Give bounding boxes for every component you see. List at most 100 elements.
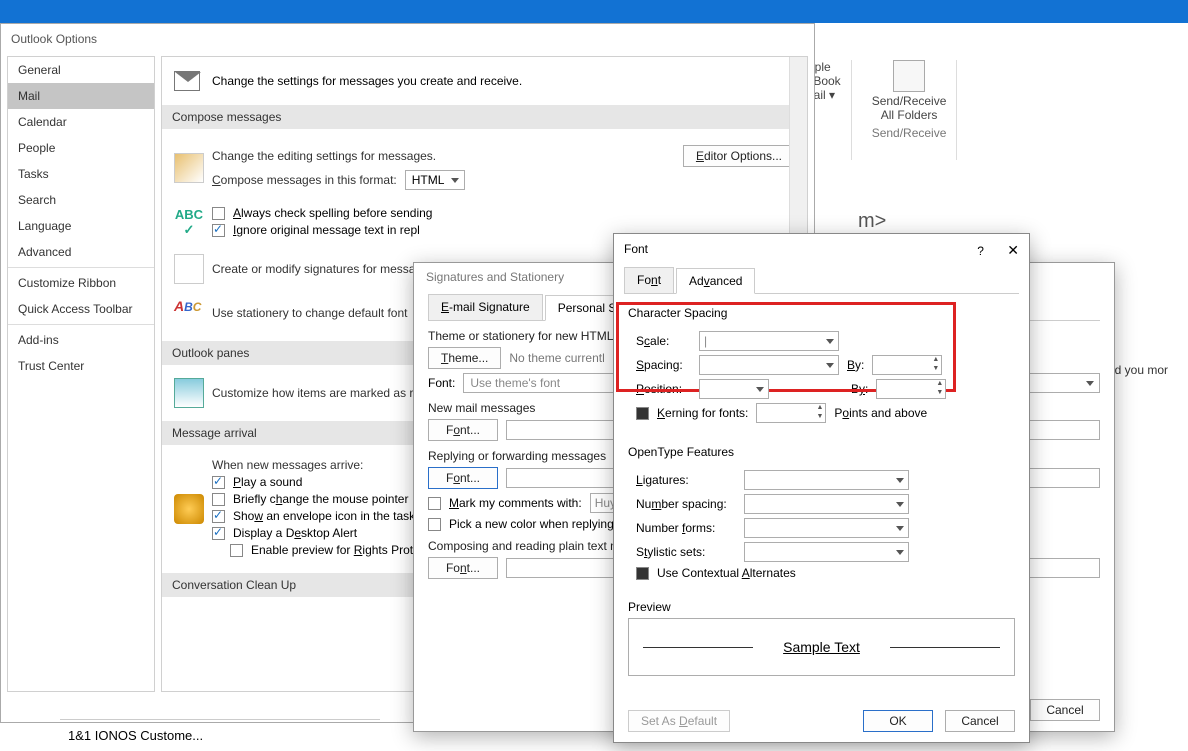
options-titlebar: Outlook Options [1, 24, 814, 54]
compose-section-head: Compose messages [162, 105, 807, 129]
position-label: Position: [636, 382, 691, 396]
set-default-button: Set As Default [628, 710, 730, 732]
signature-icon [174, 254, 204, 284]
play-sound-checkbox[interactable] [212, 476, 225, 489]
number-spacing-combo[interactable] [744, 494, 909, 514]
sig-font-label: Font: [428, 376, 455, 390]
envelope-icon-checkbox[interactable] [212, 510, 225, 523]
number-spacing-label: Number spacing: [636, 497, 736, 511]
nav-customize-ribbon[interactable]: Customize Ribbon [8, 270, 154, 296]
preview-sample-text: Sample Text [783, 639, 860, 655]
nav-addins[interactable]: Add-ins [8, 327, 154, 353]
stationery-label: Use stationery to change default font [212, 306, 407, 320]
nav-search[interactable]: Search [8, 187, 154, 213]
envelope-icon-label: Show an envelope icon in the task [233, 509, 415, 523]
kerning-label: Kerning for fonts: [657, 406, 748, 420]
nav-mail[interactable]: Mail [8, 83, 154, 109]
font-preview: Sample Text [628, 618, 1015, 676]
nav-general[interactable]: General [8, 57, 154, 83]
scale-label: Scale: [636, 334, 691, 348]
nav-advanced[interactable]: Advanced [8, 239, 154, 265]
always-spell-label: Always check spelling before sending [233, 206, 432, 220]
rights-preview-checkbox[interactable] [230, 544, 243, 557]
new-mail-font-button[interactable]: Font... [428, 419, 498, 441]
char-spacing-title: Character Spacing [628, 306, 1015, 320]
font-dialog: Font ? ✕ Font Advanced Character Spacing… [613, 233, 1030, 743]
opentype-title: OpenType Features [628, 445, 1015, 459]
nav-trust-center[interactable]: Trust Center [8, 353, 154, 379]
ignore-original-label: Ignore original message text in repl [233, 223, 420, 237]
send-receive-icon [893, 60, 925, 92]
font-help-icon[interactable]: ? [977, 244, 984, 258]
desktop-alert-checkbox[interactable] [212, 527, 225, 540]
panes-text: Customize how items are marked as r [212, 386, 413, 400]
mark-comments-checkbox[interactable] [428, 497, 441, 510]
ligatures-label: Ligatures: [636, 473, 736, 487]
always-spell-checkbox[interactable] [212, 207, 225, 220]
nav-language[interactable]: Language [8, 213, 154, 239]
position-by-label: By: [851, 382, 868, 396]
tab-email-signature[interactable]: E-mail Signature [428, 294, 543, 320]
ligatures-combo[interactable] [744, 470, 909, 490]
pick-color-checkbox[interactable] [428, 518, 441, 531]
stationery-icon: ABC [174, 298, 204, 328]
ignore-original-checkbox[interactable] [212, 224, 225, 237]
spacing-label: Spacing: [636, 358, 691, 372]
kerning-spinner[interactable] [756, 403, 826, 423]
spacing-by-label: By: [847, 358, 864, 372]
stylistic-combo[interactable] [744, 542, 909, 562]
reply-font-button[interactable]: Font... [428, 467, 498, 489]
scale-combo[interactable]: | [699, 331, 839, 351]
spacing-by-spinner[interactable] [872, 355, 942, 375]
stylistic-label: Stylistic sets: [636, 545, 736, 559]
send-receive-button[interactable]: Send/ReceiveAll Folders [872, 94, 947, 122]
ribbon-group-sendreceive[interactable]: Send/ReceiveAll Folders Send/Receive [862, 60, 958, 160]
kerning-checkbox[interactable] [636, 407, 649, 420]
preview-title: Preview [628, 600, 1015, 614]
nav-tasks[interactable]: Tasks [8, 161, 154, 187]
edit-icon [174, 153, 204, 183]
change-pointer-checkbox[interactable] [212, 493, 225, 506]
points-label: Points and above [834, 406, 927, 420]
position-combo[interactable] [699, 379, 769, 399]
sig-cancel-button[interactable]: Cancel [1030, 699, 1100, 721]
desktop-alert-label: Display a Desktop Alert [233, 526, 357, 540]
signatures-label: Create or modify signatures for messa [212, 262, 415, 276]
number-forms-label: Number forms: [636, 521, 736, 535]
font-title-text: Font [624, 242, 648, 259]
number-forms-combo[interactable] [744, 518, 909, 538]
spacing-combo[interactable] [699, 355, 839, 375]
font-cancel-button[interactable]: Cancel [945, 710, 1015, 732]
font-close-icon[interactable]: ✕ [1007, 242, 1019, 258]
nav-calendar[interactable]: Calendar [8, 109, 154, 135]
mail-intro-text: Change the settings for messages you cre… [212, 74, 522, 88]
font-tab-advanced[interactable]: Advanced [676, 268, 755, 294]
compose-format-combo[interactable]: HTML [405, 170, 466, 190]
mail-subject: 1&1 IONOS Custome... [68, 728, 372, 743]
ribbon-group-label: Send/Receive [872, 126, 947, 140]
envelope-icon [174, 71, 200, 91]
font-ok-button[interactable]: OK [863, 710, 933, 732]
font-tab-font[interactable]: Font [624, 267, 674, 293]
options-nav: General Mail Calendar People Tasks Searc… [7, 56, 155, 692]
ribbon-bar [0, 0, 1188, 23]
plain-font-button[interactable]: Font... [428, 557, 498, 579]
mail-from-fragment: m> [858, 210, 886, 232]
contextual-label: Use Contextual Alternates [657, 566, 796, 580]
spellcheck-icon: ABC✓ [174, 207, 204, 237]
mail-list-item[interactable]: 1&1 IONOS Custome... [60, 719, 380, 751]
rights-preview-label: Enable preview for Rights Prote [251, 543, 420, 557]
theme-button[interactable]: Theme... [428, 347, 501, 369]
change-pointer-label: Briefly change the mouse pointer [233, 492, 408, 506]
compose-format-label: Compose messages in this format: [212, 173, 397, 187]
mark-comments-label: Mark my comments with: [449, 496, 582, 510]
pick-color-label: Pick a new color when replying [449, 517, 614, 531]
nav-quick-access[interactable]: Quick Access Toolbar [8, 296, 154, 322]
panes-icon [174, 378, 204, 408]
position-by-spinner[interactable] [876, 379, 946, 399]
nav-people[interactable]: People [8, 135, 154, 161]
play-sound-label: Play a sound [233, 475, 302, 489]
contextual-checkbox[interactable] [636, 567, 649, 580]
editor-options-button[interactable]: Editor Options... [683, 145, 795, 167]
bell-icon [174, 494, 204, 524]
